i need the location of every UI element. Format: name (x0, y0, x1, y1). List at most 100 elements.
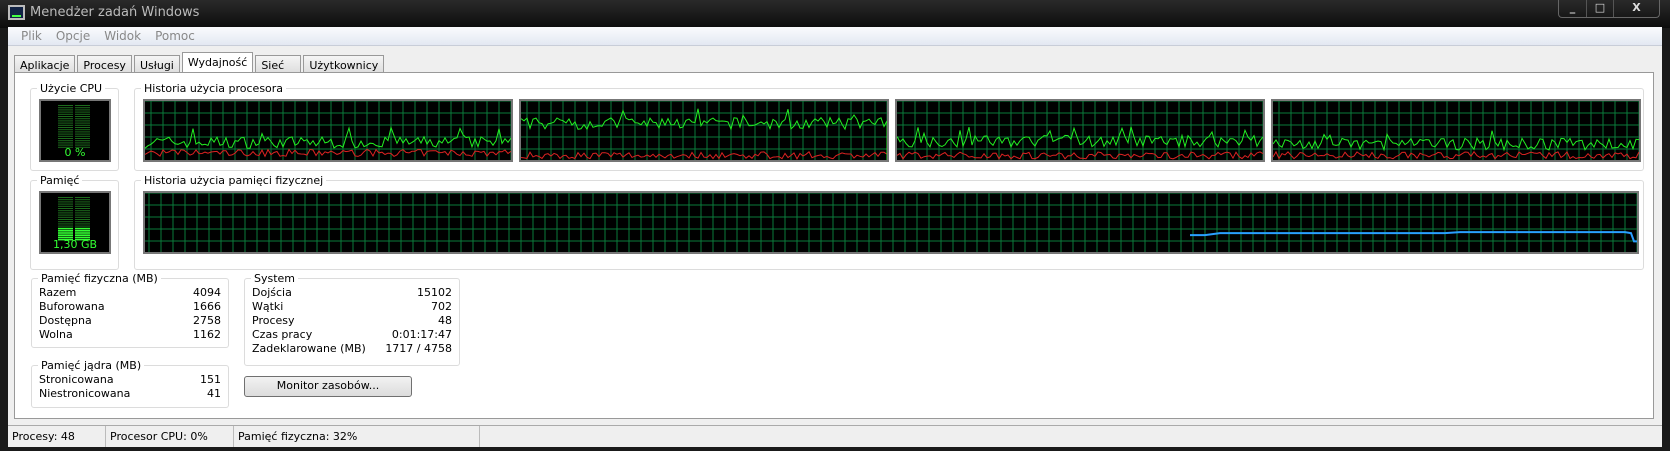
meter-bar (58, 107, 73, 109)
stat-label: Buforowana (39, 300, 105, 313)
stat-row: Razem 4094 (39, 286, 221, 300)
meter-bar (58, 230, 73, 232)
meter-bar (75, 219, 90, 220)
memory-label: Pamięć (37, 174, 83, 187)
kernel-memory-group: Pamięć jądra (MB) Stronicowana 151 Niestro… (31, 359, 229, 408)
memory-meter: 1,30 GB (39, 191, 111, 254)
system-group: System Dojścia 15102 Wątki 702 Procesy 48 Czas… (244, 272, 460, 366)
kernel-time-line (897, 151, 1263, 160)
stat-value: 151 (200, 373, 221, 386)
meter-bar (58, 129, 73, 131)
meter-bar (75, 118, 90, 120)
meter-bar (58, 124, 73, 126)
window-body: Plik Opcje Widok Pomoc Aplikacje Procesy… (8, 27, 1662, 447)
close-button[interactable]: X (1613, 0, 1659, 17)
meter-bar (58, 135, 73, 137)
meter-bar (58, 199, 73, 201)
meter-bar (75, 210, 90, 212)
meter-bar (75, 111, 90, 113)
menu-pomoc[interactable]: Pomoc (148, 27, 202, 45)
meter-bar (75, 131, 90, 133)
meter-bar (75, 142, 90, 144)
meter-bar (75, 109, 90, 111)
meter-bar (75, 216, 90, 218)
menu-plik[interactable]: Plik (14, 27, 49, 45)
stat-label: Wolna (39, 328, 73, 341)
meter-bar (58, 227, 73, 230)
cpu-usage-line (145, 125, 511, 149)
meter-bar (75, 227, 90, 230)
menu-bar: Plik Opcje Widok Pomoc (8, 27, 1662, 46)
cpu-usage-line (521, 108, 887, 160)
meter-bar (58, 111, 73, 113)
meter-bar (58, 142, 73, 144)
meter-bar (58, 203, 73, 205)
status-processes: Procesy: 48 (8, 426, 106, 447)
stat-value: 2758 (193, 314, 221, 327)
meter-bar (75, 208, 90, 209)
meter-bar (75, 124, 90, 126)
meter-bar (58, 201, 73, 203)
cpu-core-graph (519, 99, 889, 162)
memory-usage-line (1190, 231, 1637, 243)
kernel-time-line (1273, 150, 1639, 160)
meter-bar (58, 219, 73, 220)
meter-bar (58, 205, 73, 207)
window-title: Menedżer zadań Windows (30, 5, 200, 20)
meter-bar (75, 127, 90, 128)
meter-bar (58, 105, 73, 106)
meter-bar (75, 230, 90, 232)
meter-bar (75, 122, 90, 124)
cpu-usage-line (1273, 130, 1639, 152)
meter-bar (75, 133, 90, 135)
meter-bar (58, 225, 73, 227)
meter-bar (75, 223, 90, 225)
meter-bar (75, 225, 90, 227)
meter-bar (58, 131, 73, 133)
memory-group: Pamięć 1,30 GB (30, 174, 119, 270)
meter-value: 0 % (65, 146, 86, 159)
task-manager-icon (8, 5, 25, 20)
meter-bar (75, 129, 90, 131)
meter-bar (58, 216, 73, 218)
meter-bar (58, 122, 73, 124)
stat-value: 41 (207, 387, 221, 400)
maximize-button[interactable]: □ (1586, 0, 1613, 17)
cpu-usage-group: Użycie CPU 0 % (30, 82, 119, 171)
meter-bar (58, 197, 73, 198)
stat-value: 1666 (193, 300, 221, 313)
menu-widok[interactable]: Widok (97, 27, 148, 45)
stat-label: Dojścia (252, 286, 292, 299)
meter-bar (58, 127, 73, 128)
meter-bar (58, 221, 73, 223)
cpu-usage-meter: 0 % (39, 99, 111, 162)
meter-bar (75, 113, 90, 115)
stat-row: Dojścia 15102 (252, 286, 452, 300)
stat-label: Procesy (252, 314, 295, 327)
memory-history-label: Historia użycia pamięci fizycznej (141, 174, 327, 187)
cpu-history-label: Historia użycia procesora (141, 82, 287, 95)
memory-history-group: Historia użycia pamięci fizycznej (134, 174, 1644, 270)
stat-value: 0:01:17:47 (391, 328, 452, 341)
kernel-time-line (145, 148, 511, 158)
tab-strip: Aplikacje Procesy Usługi Wydajność Sieć … (14, 52, 386, 74)
meter-bar (58, 140, 73, 142)
stat-label: Czas pracy (252, 328, 313, 341)
kernel-memory-title: Pamięć jądra (MB) (38, 359, 145, 372)
minimize-button[interactable]: _ (1559, 0, 1586, 17)
stat-row: Zadeklarowane (MB) 1717 / 4758 (252, 342, 452, 356)
physical-memory-group: Pamięć fizyczna (MB) Razem 4094 Buforowana… (31, 272, 229, 348)
meter-bar (75, 140, 90, 142)
status-memory: Pamięć fizyczna: 32% (234, 426, 480, 447)
menu-opcje[interactable]: Opcje (49, 27, 97, 45)
resource-monitor-button[interactable]: Monitor zasobów... (244, 376, 412, 397)
kernel-time-line (521, 151, 887, 160)
stat-value: 702 (431, 300, 452, 313)
stat-row: Niestronicowana 41 (39, 387, 221, 401)
meter-bar (75, 107, 90, 109)
stat-row: Buforowana 1666 (39, 300, 221, 314)
stat-label: Stronicowana (39, 373, 114, 386)
system-title: System (251, 272, 299, 285)
tab-wydajnosc[interactable]: Wydajność (181, 52, 254, 74)
meter-bar (75, 105, 90, 106)
